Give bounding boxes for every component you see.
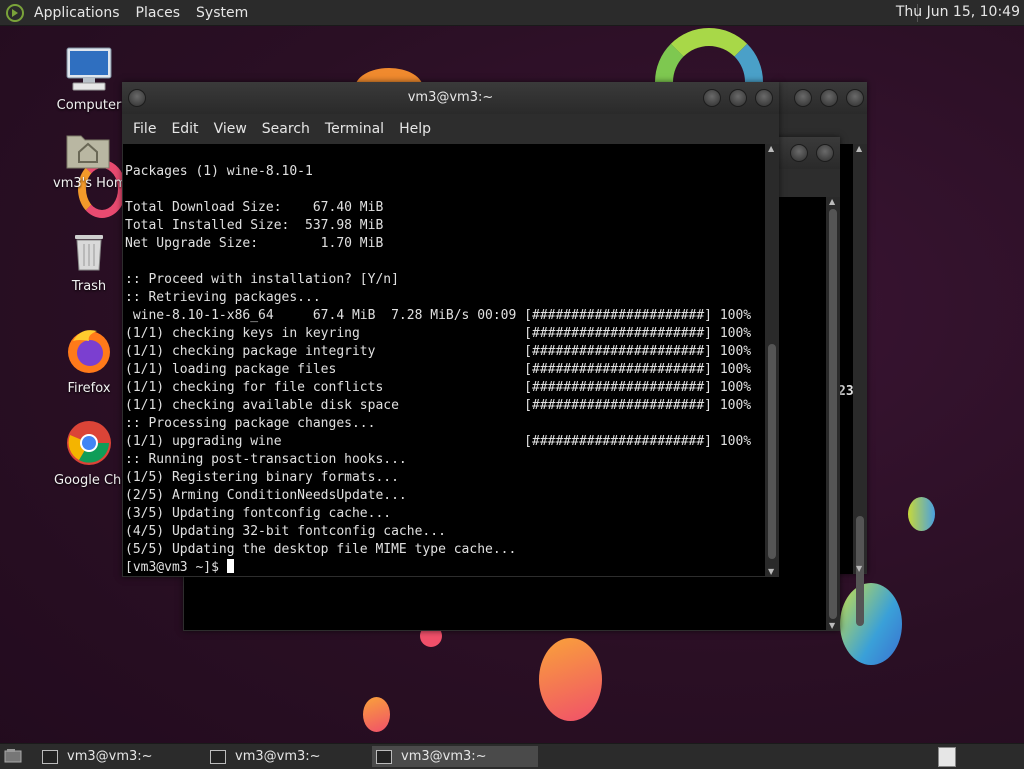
home-folder-icon (66, 135, 110, 169)
text-cursor (226, 559, 234, 573)
clock[interactable]: Thu Jun 15, 10:49 (896, 4, 1020, 20)
bottom-panel: vm3@vm3:~ vm3@vm3:~ vm3@vm3:~ (0, 743, 1024, 769)
vertical-scrollbar[interactable]: ▲ ▼ (765, 144, 779, 576)
close-button[interactable] (755, 89, 773, 107)
scroll-up-arrow[interactable]: ▲ (768, 144, 774, 153)
menu-view[interactable]: View (207, 121, 255, 137)
terminal-line: (1/1) upgrading wine [##################… (125, 434, 752, 449)
firefox-icon (68, 330, 110, 373)
terminal-prompt: [vm3@vm3 ~]$ (125, 560, 227, 575)
close-button[interactable] (846, 89, 864, 107)
wallpaper-blob (363, 697, 390, 732)
chrome-icon (67, 421, 111, 465)
terminal-menubar: File Edit View Search Terminal Help (122, 114, 779, 144)
places-menu[interactable]: Places (128, 5, 189, 21)
window-titlebar[interactable] (778, 82, 867, 114)
menu-terminal[interactable]: Terminal (318, 121, 392, 137)
maximize-button[interactable] (790, 144, 808, 162)
terminal-output[interactable]: Packages (1) wine-8.10-1 Total Download … (123, 144, 765, 576)
scroll-down-arrow[interactable]: ▼ (768, 567, 774, 576)
terminal-icon (210, 749, 226, 764)
terminal-line: :: Proceed with installation? [Y/n] (125, 272, 399, 287)
scrollbar-thumb[interactable] (768, 344, 776, 559)
terminal-line: (1/1) checking package integrity [######… (125, 344, 752, 359)
terminal-line: (4/5) Updating 32-bit fontconfig cache..… (125, 524, 446, 539)
taskbar-item[interactable]: vm3@vm3:~ (38, 746, 202, 767)
terminal-line: (1/1) loading package files [###########… (125, 362, 752, 377)
desktop-icon-computer[interactable]: Computer (54, 46, 124, 113)
taskbar-item-label: vm3@vm3:~ (235, 749, 321, 764)
menu-help[interactable]: Help (392, 121, 439, 137)
terminal-line: (1/1) checking for file conflicts [#####… (125, 380, 752, 395)
scroll-up-arrow[interactable]: ▲ (829, 197, 835, 206)
desktop-icon-label: Google Chrome (54, 473, 155, 488)
window-title: vm3@vm3:~ (407, 90, 494, 105)
system-menu[interactable]: System (188, 5, 256, 21)
terminal-prompt-line[interactable]: [vm3@vm3 ~]$ (123, 559, 765, 576)
show-desktop-icon[interactable] (4, 748, 22, 764)
maximize-button[interactable] (729, 89, 747, 107)
vertical-scrollbar[interactable]: ▲ ▼ (826, 197, 840, 630)
menu-file[interactable]: File (126, 121, 164, 137)
terminal-line: Total Installed Size: 537.98 MiB (125, 218, 384, 233)
computer-icon (66, 47, 112, 91)
terminal-line: Total Download Size: 67.40 MiB (125, 200, 384, 215)
desktop-icon-chrome[interactable]: Google Chrome (54, 419, 155, 488)
window-titlebar[interactable]: vm3@vm3:~ (122, 82, 779, 114)
wallpaper-blob (840, 583, 902, 665)
desktop-icon-label: vm3's Home (53, 176, 135, 191)
terminal-line: (1/1) checking available disk space [###… (125, 398, 752, 413)
desktop-icon-label: Firefox (67, 381, 111, 396)
terminal-line: Net Upgrade Size: 1.70 MiB (125, 236, 384, 251)
distro-logo-icon[interactable] (6, 3, 24, 22)
menu-search[interactable]: Search (255, 121, 318, 137)
vertical-scrollbar[interactable]: ▲ ▼ (853, 144, 867, 626)
trash-icon (75, 235, 103, 271)
terminal-line: :: Processing package changes... (125, 416, 376, 431)
terminal-icon (42, 749, 58, 764)
scroll-up-arrow[interactable]: ▲ (856, 144, 862, 153)
minimize-button[interactable] (794, 89, 812, 107)
terminal-line: :: Retrieving packages... (125, 290, 321, 305)
terminal-text-fragment: 23 (838, 384, 854, 399)
taskbar-item-label: vm3@vm3:~ (401, 749, 487, 764)
top-panel: Applications Places System Thu Jun 15, 1… (0, 0, 1024, 26)
wallpaper-blob (908, 497, 935, 531)
front-terminal-window[interactable]: vm3@vm3:~ File Edit View Search Terminal… (122, 82, 779, 577)
desktop-icon-home[interactable]: vm3's Home (53, 128, 135, 191)
terminal-line: (1/1) checking keys in keyring [########… (125, 326, 752, 341)
scroll-down-arrow[interactable]: ▼ (829, 621, 835, 630)
desktop-icon-firefox[interactable]: Firefox (54, 327, 124, 396)
desktop-icon-label: Computer (56, 98, 122, 113)
workspace-switcher[interactable] (938, 747, 956, 767)
menu-edit[interactable]: Edit (164, 121, 206, 137)
terminal-line: wine-8.10-1-x86_64 67.4 MiB 7.28 MiB/s 0… (125, 308, 752, 323)
terminal-line: (3/5) Updating fontconfig cache... (125, 506, 392, 521)
terminal-line: Packages (1) wine-8.10-1 (125, 164, 313, 179)
terminal-line: (1/5) Registering binary formats... (125, 470, 399, 485)
minimize-button[interactable] (703, 89, 721, 107)
wallpaper-blob (539, 638, 602, 721)
terminal-line: (2/5) Arming ConditionNeedsUpdate... (125, 488, 407, 503)
maximize-button[interactable] (820, 89, 838, 107)
terminal-line: (5/5) Updating the desktop file MIME typ… (125, 542, 517, 557)
taskbar-item[interactable]: vm3@vm3:~ (206, 746, 370, 767)
taskbar-item-active[interactable]: vm3@vm3:~ (372, 746, 538, 767)
terminal-line: :: Running post-transaction hooks... (125, 452, 407, 467)
desktop-icon-label: Trash (71, 279, 107, 294)
terminal-icon (376, 749, 392, 764)
scroll-down-arrow[interactable]: ▼ (856, 564, 862, 573)
scrollbar-thumb[interactable] (829, 209, 837, 619)
desktop-icon-trash[interactable]: Trash (54, 229, 124, 294)
close-button[interactable] (816, 144, 834, 162)
taskbar-item-label: vm3@vm3:~ (67, 749, 153, 764)
applications-menu[interactable]: Applications (26, 5, 128, 21)
